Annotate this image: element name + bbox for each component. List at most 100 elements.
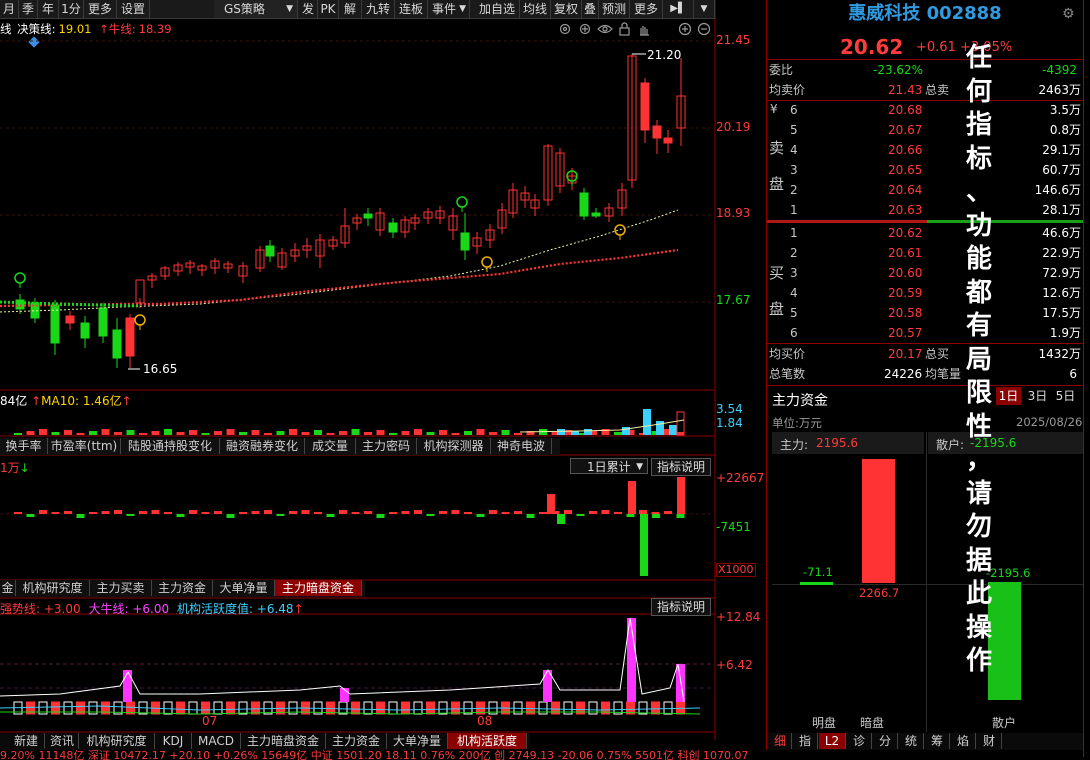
toolbar-limit-up[interactable]: 连板	[395, 0, 428, 18]
tab-large-net-2[interactable]: 大单净量	[387, 733, 448, 749]
tab-diagnose[interactable]: 诊	[847, 733, 872, 749]
toolbar-events[interactable]: 事件 ▼	[428, 0, 470, 18]
toolbar-publish[interactable]: 发	[299, 0, 318, 18]
sell-order-row[interactable]: 5 20.67 0.8万	[768, 120, 1083, 140]
risk-warning-watermark: 任何指标、功能都有局限性，请勿据此操作	[962, 42, 996, 679]
tab-magic-wave[interactable]: 神奇电波	[491, 438, 552, 454]
buy-order-row[interactable]: 2 20.61 22.9万	[768, 243, 1083, 263]
fund-flow-bar	[601, 510, 610, 514]
toolbar-settings[interactable]: 设置	[117, 0, 150, 18]
weibi-value: -23.62%	[873, 63, 924, 77]
kline-chart-area[interactable]	[0, 18, 716, 740]
volume-bar	[439, 430, 447, 435]
indicator-explain-button[interactable]: 指标说明	[651, 598, 711, 616]
toolbar-more[interactable]: 更多	[84, 0, 117, 18]
tab-volume[interactable]: 成交量	[305, 438, 356, 454]
toolbar-quarter[interactable]: 季	[19, 0, 38, 18]
capital-1day-button[interactable]: 1日	[996, 387, 1021, 405]
volume-bar	[214, 431, 222, 435]
tab-research-degree[interactable]: 机构研究度	[79, 733, 155, 749]
toolbar-year[interactable]: 年	[38, 0, 59, 18]
tab-institution-research[interactable]: 机构研究度	[16, 580, 90, 596]
activity-bar	[213, 701, 223, 715]
tab-main-trade[interactable]: 主力买卖	[90, 580, 152, 596]
fund-flow-bar	[664, 511, 672, 514]
tab-turnover[interactable]: 换手率	[0, 438, 48, 454]
fund-flow-label-bottom: -7451	[716, 520, 751, 534]
tab-main-capital[interactable]: 主力资金	[152, 580, 213, 596]
tab-kdj[interactable]: KDJ	[155, 733, 192, 749]
toolbar-more-2[interactable]: 更多	[630, 0, 663, 18]
gear-icon[interactable]: ⚙	[1062, 6, 1075, 22]
buy-order-row[interactable]: 3 20.60 72.9万	[768, 263, 1083, 283]
fund-flow-explain-button[interactable]: 指标说明	[651, 458, 711, 476]
tab-stats[interactable]: 统	[899, 733, 924, 749]
tab-margin[interactable]: 融资融券变化	[220, 438, 305, 454]
capital-5day-button[interactable]: 5日	[1053, 387, 1078, 405]
tab-large-net[interactable]: 大单净量	[213, 580, 275, 596]
tab-institution-activity[interactable]: 机构活跃度	[448, 733, 527, 749]
tab-macd[interactable]: MACD	[192, 733, 241, 749]
sell-order-row[interactable]: 1 20.63 28.1万	[768, 200, 1083, 220]
tab-flame[interactable]: 焰	[951, 733, 976, 749]
gs-strategy-dropdown[interactable]: GS策略 ▼	[214, 0, 298, 18]
fund-flow-bar	[401, 511, 410, 514]
tab-institution-detector[interactable]: 机构探测器	[417, 438, 491, 454]
fund-flow-bar	[39, 510, 47, 514]
tab-detail[interactable]: 细	[769, 733, 792, 749]
tab-index[interactable]: 指	[793, 733, 818, 749]
volume-bar-highlight	[669, 425, 677, 435]
sell-order-row[interactable]: 3 20.65 60.7万	[768, 160, 1083, 180]
toolbar-ma[interactable]: 均线	[520, 0, 551, 18]
signal-icon	[456, 196, 468, 208]
toolbar-explain[interactable]: 解	[339, 0, 362, 18]
tab-pe-ttm[interactable]: 市盈率(ttm)	[48, 438, 121, 454]
tab-dark-capital-2[interactable]: 主力暗盘资金	[241, 733, 326, 749]
sell-order-row[interactable]: 4 20.66 29.1万	[768, 140, 1083, 160]
period-select[interactable]: 1日累计 ▼	[570, 458, 648, 474]
tab-finance[interactable]: 财	[977, 733, 1002, 749]
buy-volume: 22.9万	[1042, 246, 1081, 260]
collapse-panel-icon[interactable]: ▶▌	[663, 0, 694, 18]
capital-3day-button[interactable]: 3日	[1025, 387, 1050, 405]
right-panel-border	[766, 0, 767, 750]
activity-bar	[401, 701, 410, 715]
toolbar-1min[interactable]: 1分	[59, 0, 84, 18]
volume-value: 84亿	[0, 394, 28, 408]
buy-order-row[interactable]: 4 20.59 12.6万	[768, 283, 1083, 303]
toolbar-month[interactable]: 月	[0, 0, 19, 18]
tab-l2[interactable]: L2	[819, 733, 846, 749]
buy-order-row[interactable]: 6 20.57 1.9万	[768, 323, 1083, 343]
toolbar-menu-caret[interactable]: ▼	[694, 0, 715, 18]
tab-main-code[interactable]: 主力密码	[356, 438, 417, 454]
tab-dark-capital[interactable]: 主力暗盘资金	[275, 580, 362, 596]
retail-capital-label: 散户:	[936, 438, 965, 452]
tab-chips[interactable]: 筹	[925, 733, 950, 749]
buy-level: 2	[790, 246, 798, 260]
candle-body	[591, 212, 601, 217]
sell-level: 5	[790, 123, 798, 137]
toolbar-add-watchlist[interactable]: 加自选	[475, 0, 520, 18]
fund-flow-unit-text: 1万	[0, 461, 20, 475]
activity-bar	[238, 701, 248, 715]
activity-bar	[201, 701, 210, 715]
tab-new[interactable]: 新建	[0, 733, 45, 749]
toolbar-adjust[interactable]: 复权	[551, 0, 582, 18]
buy-order-row[interactable]: 5 20.58 17.5万	[768, 303, 1083, 323]
buy-order-row[interactable]: 1 20.62 46.6万	[768, 223, 1083, 243]
toolbar-nine-turn[interactable]: 九转	[362, 0, 395, 18]
toolbar-overlay[interactable]: 叠	[582, 0, 599, 18]
tab-split[interactable]: 分	[873, 733, 898, 749]
tab-northbound[interactable]: 陆股通持股变化	[121, 438, 220, 454]
volume-bar-outline	[676, 411, 685, 436]
tab-main-capital-2[interactable]: 主力资金	[326, 733, 387, 749]
sell-order-row[interactable]: 2 20.64 146.6万	[768, 180, 1083, 200]
gs-strategy-label: GS策略	[224, 2, 265, 16]
toolbar-forecast[interactable]: 预测	[599, 0, 630, 18]
volume-bar	[26, 431, 35, 435]
toolbar-pk[interactable]: PK	[318, 0, 339, 18]
sell-order-row[interactable]: 6 20.68 3.5万	[768, 100, 1083, 120]
tab-news[interactable]: 资讯	[46, 733, 79, 749]
tab-gold[interactable]: 金	[0, 580, 16, 596]
fund-flow-bar	[351, 512, 360, 514]
